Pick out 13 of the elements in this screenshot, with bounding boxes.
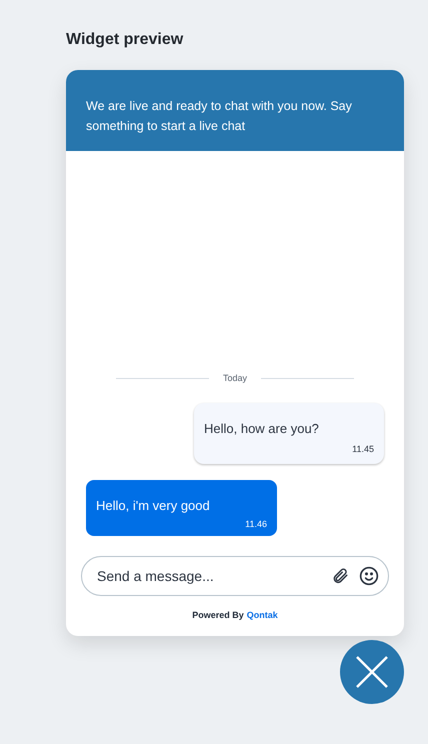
powered-by-label: Powered By bbox=[192, 609, 244, 622]
paperclip-icon[interactable] bbox=[331, 566, 349, 586]
brand-name: Qontak bbox=[246, 609, 278, 622]
date-divider-label: Today bbox=[222, 372, 248, 385]
message-time: 11.46 bbox=[245, 518, 267, 528]
message-input-field[interactable]: Send a message... bbox=[81, 556, 389, 596]
emoji-icon[interactable] bbox=[359, 566, 379, 586]
header-message: We are live and ready to chat with you now. Say something to start a live chat bbox=[86, 98, 353, 135]
close-icon bbox=[355, 655, 389, 689]
panel-title: Widget preview bbox=[66, 30, 184, 50]
message-time: 11.45 bbox=[352, 444, 374, 454]
message-text: Hello, i'm very good bbox=[96, 497, 211, 515]
message-text: Hello, how are you? bbox=[204, 420, 320, 438]
